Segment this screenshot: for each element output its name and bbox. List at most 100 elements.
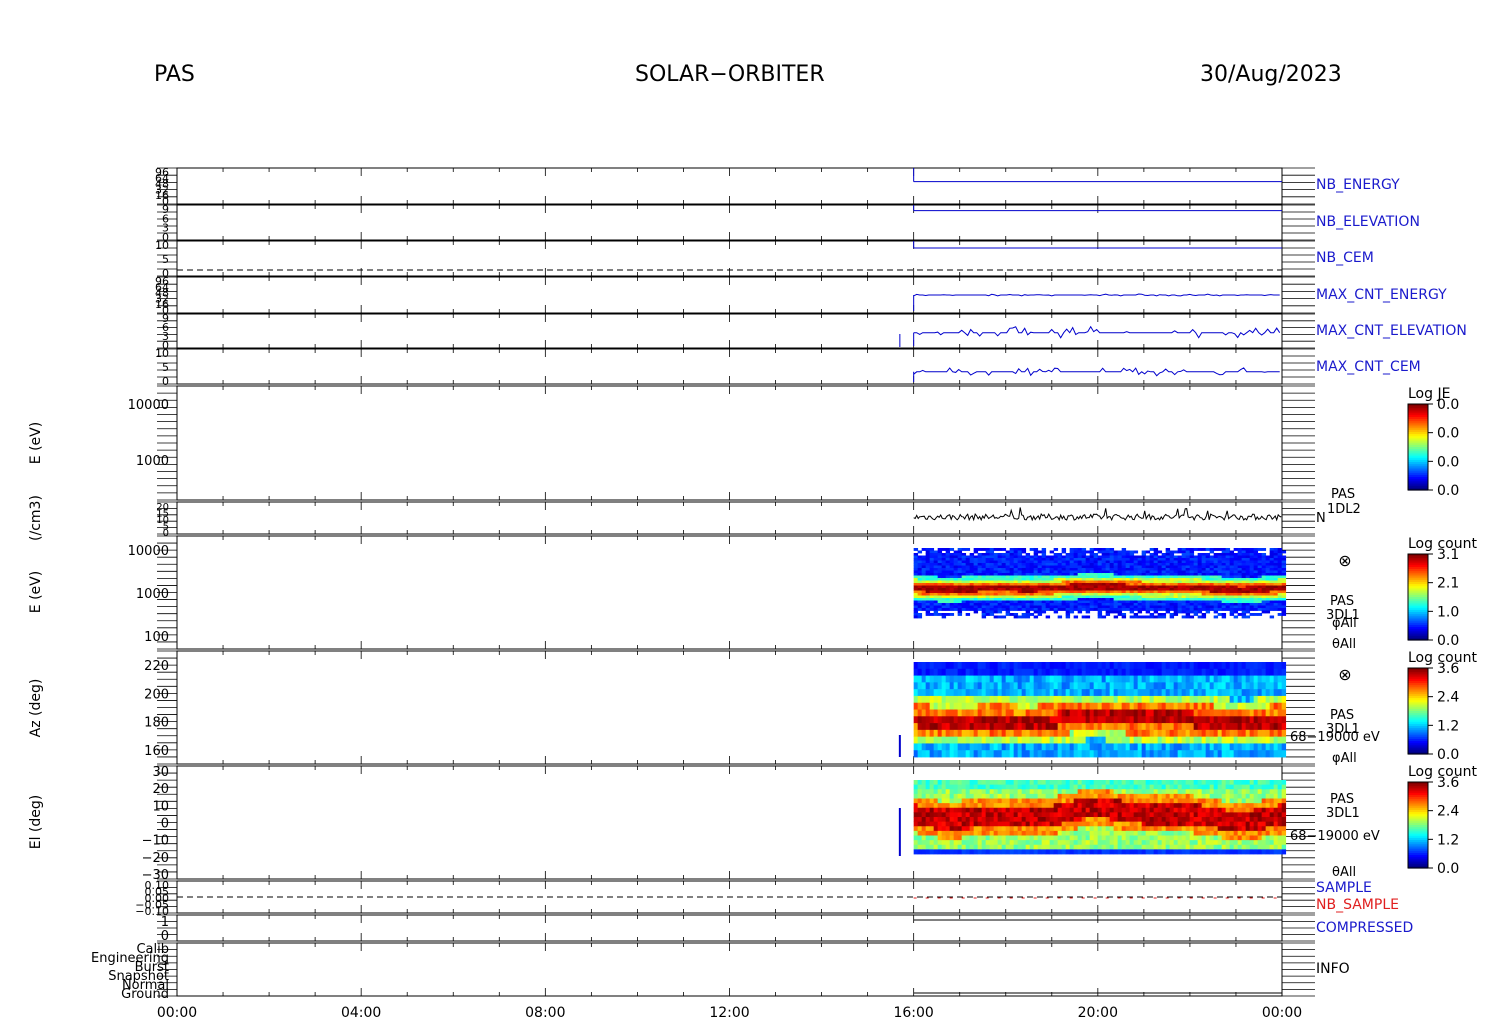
energy-3d-cell [1021,600,1027,604]
elevation-cell [949,821,955,827]
azimuth-cell [1281,750,1287,758]
energy-3d-cell [1241,608,1247,611]
energy-3d-cell [957,573,963,576]
energy-3d-cell [1201,613,1207,616]
energy-3d-cell [1241,598,1247,601]
energy-3d-cell [1101,608,1107,611]
azimuth-cell [985,743,991,751]
energy-3d-cell [997,598,1003,601]
azimuth-cell [977,723,983,731]
azimuth-cell [1229,695,1235,704]
azimuth-cell [1129,668,1135,676]
energy-3d-cell [941,583,947,586]
energy-3d-cell [1161,555,1167,559]
elevation-cell [929,849,935,855]
energy-3d-cell [993,583,999,586]
energy-3d-cell [1045,588,1051,591]
azimuth-cell [1057,709,1063,717]
energy-3d-cell [1249,595,1255,599]
energy-3d-cell [1125,555,1131,559]
energy-3d-cell [1129,555,1135,559]
energy-3d-cell [1037,565,1043,569]
elevation-side-3: 68−19000 eV [1290,829,1380,844]
azimuth-cell [1005,668,1011,676]
energy-3d-cell [1237,560,1243,564]
density-side-mid: 1DL2 [1327,502,1361,517]
energy-3d-cell [1217,563,1223,566]
energy-3d-cell [1281,560,1287,564]
energy-3d-cell [1029,565,1035,569]
energy-3d-cell [1229,555,1235,559]
azimuth-cell [1205,675,1211,683]
azimuth-cell [1157,689,1163,697]
energy-3d-cell [1181,560,1187,564]
azimuth-cell [945,695,951,704]
azimuth-cell [1037,723,1043,731]
elevation-cell [957,835,963,841]
elevation-cell [921,817,927,823]
energy-3d-cell [969,588,975,591]
azimuth-cell [1233,662,1239,670]
energy-3d-cell [941,565,947,569]
energy-3d-cell [973,608,979,611]
azimuth-cell [965,668,971,676]
energy-3d-cell [1121,565,1127,569]
energy-3d-cell [953,565,959,569]
azimuth-cell [1033,675,1039,683]
azimuth-cell [1145,750,1151,758]
azimuth-cell [1241,682,1247,690]
energy-3d-cell [1057,590,1063,594]
energy-3d-cell [1121,575,1127,579]
energy-3d-cell [1137,558,1143,561]
energy-3d-cell [1053,580,1059,584]
energy-3d-cell [1125,568,1131,571]
azimuth-cell [1261,702,1267,710]
azimuth-cell [985,675,991,683]
azimuth-cell [1097,668,1103,676]
energy-3d-cell [1109,595,1115,599]
azimuth-cell [1209,675,1215,683]
elevation-cell [949,807,955,813]
energy-3d-cell [1165,555,1171,559]
energy-3d-cell [1153,595,1159,599]
azimuth-cell [1225,709,1231,717]
energy-3d-cell [1001,570,1007,574]
azimuth-cell [1053,750,1059,758]
azimuth-cell [913,716,919,724]
energy-3d-cell [1161,570,1167,574]
azimuth-cell [1145,662,1151,670]
azimuth-cell [1021,723,1027,731]
energy-3d-cell [1241,565,1247,569]
energy-3d-cell [1089,585,1095,589]
energy-3d-cell [1189,555,1195,559]
energy-3d-cell [1193,570,1199,574]
energy-3d-cell [1029,573,1035,576]
azimuth-cell [981,675,987,683]
energy-3d-cell [1197,615,1203,619]
energy-3d-cell [1073,550,1079,554]
azimuth-cell [1189,689,1195,697]
energy-3d-cell [1089,578,1095,581]
azimuth-cell [985,729,991,738]
energy-3d-cell [1077,548,1083,551]
density-ylabel: (/cm3) [28,495,44,541]
energy-3d-cell [989,595,995,599]
energy-3d-cell [1273,568,1279,571]
energy-3d-cell [1045,593,1051,596]
energy-3d-cell [1137,583,1143,586]
energy-3d-cell [1109,565,1115,569]
energy-3d-cell [1109,610,1115,614]
energy-3d-cell [1221,578,1227,581]
azimuth-cell [1225,668,1231,676]
energy-3d-cell [1145,565,1151,569]
energy-3d-cell [1033,605,1039,609]
elevation-cell [925,798,931,804]
azimuth-cell [941,743,947,751]
energy-3d-cell [1037,550,1043,554]
azimuth-cell [1269,736,1275,744]
energy-3d-cell [1137,560,1143,564]
energy-3d-cell [1273,570,1279,574]
energy-3d-cell [1189,553,1195,556]
azimuth-cell [1045,736,1051,744]
energy-3d-cell [1197,595,1203,599]
